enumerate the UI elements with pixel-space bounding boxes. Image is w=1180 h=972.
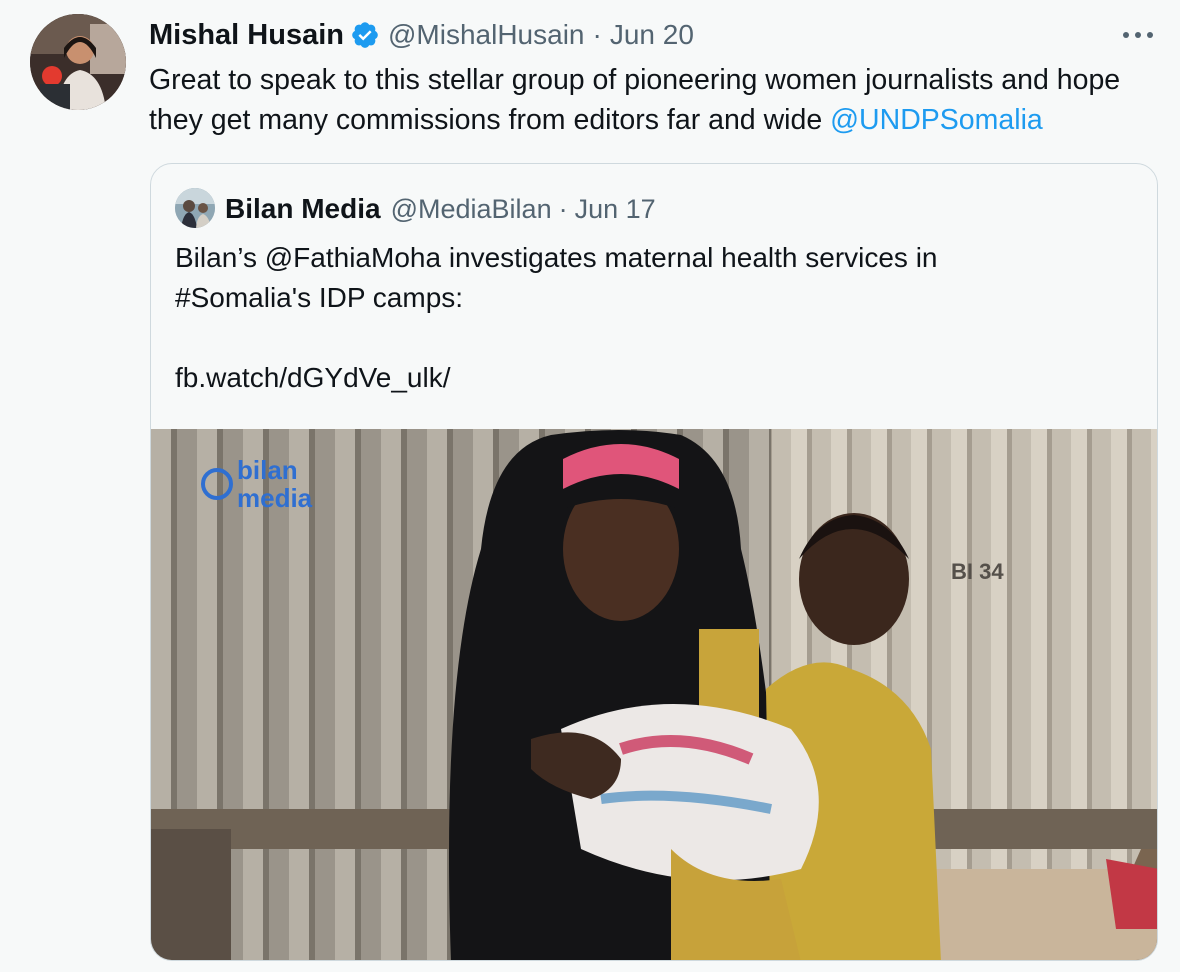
quoted-author-avatar-image	[175, 188, 215, 228]
media-photo: bilan media BI 34	[151, 429, 1157, 960]
quoted-author-name[interactable]: Bilan Media	[225, 193, 381, 225]
quoted-tweet-header: Bilan Media @MediaBilan · Jun 17	[225, 188, 656, 230]
author-avatar-image	[30, 14, 126, 110]
verified-badge-icon	[352, 22, 378, 48]
watermark-line-1: bilan	[237, 455, 298, 485]
wall-marking: BI 34	[951, 559, 1004, 584]
author-handle[interactable]: @MishalHusain	[388, 19, 585, 51]
tweet[interactable]: Mishal Husain @MishalHusain · Jun 20 Gre…	[0, 0, 1180, 972]
mention-link[interactable]: @UNDPSomalia	[830, 104, 1043, 136]
tweet-header: Mishal Husain @MishalHusain · Jun 20	[149, 14, 694, 56]
tweet-date[interactable]: Jun 20	[610, 19, 694, 51]
quoted-author-handle[interactable]: @MediaBilan	[391, 194, 552, 225]
quoted-text-line-2: #Somalia's IDP camps:	[175, 282, 464, 313]
quoted-tweet-text: Bilan’s @FathiaMoha investigates materna…	[175, 238, 1135, 398]
quoted-separator-dot: ·	[558, 193, 568, 224]
quoted-link[interactable]: fb.watch/dGYdVe_ulk/	[175, 358, 1135, 398]
author-avatar[interactable]	[30, 14, 126, 110]
quoted-tweet[interactable]: Bilan Media @MediaBilan · Jun 17 Bilan’s…	[150, 163, 1158, 961]
watermark-line-2: media	[237, 483, 313, 513]
tweet-text: Great to speak to this stellar group of …	[149, 60, 1169, 140]
quoted-media-image[interactable]: bilan media BI 34	[151, 429, 1157, 960]
quoted-text-line-1: Bilan’s @FathiaMoha investigates materna…	[175, 242, 938, 273]
more-options-button[interactable]	[1118, 18, 1158, 52]
more-options-icon	[1123, 32, 1153, 38]
author-name[interactable]: Mishal Husain	[149, 19, 344, 52]
separator-dot: ·	[592, 19, 602, 50]
quoted-author-avatar[interactable]	[175, 188, 215, 228]
quoted-tweet-date[interactable]: Jun 17	[575, 194, 656, 225]
